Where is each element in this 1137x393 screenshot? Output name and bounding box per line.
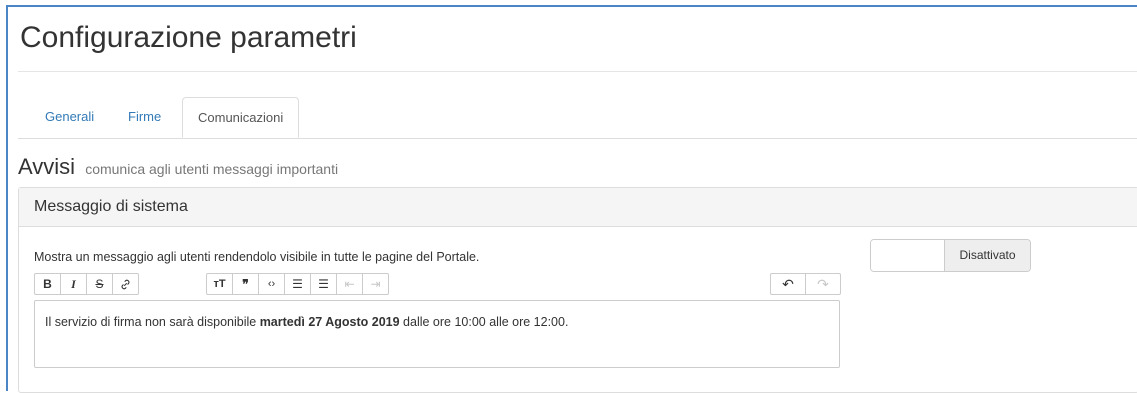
toolbar-block-group: тT ❞ ‹› ☰ ☰ ⇤ ⇥	[206, 273, 389, 295]
title-divider	[18, 71, 1137, 72]
heading-icon: тT	[213, 278, 226, 290]
italic-icon: I	[71, 276, 76, 291]
section-subtitle: comunica agli utenti messaggi importanti	[85, 161, 339, 177]
outdent-icon: ⇤	[344, 277, 355, 291]
section-heading: Avvisi	[18, 154, 76, 179]
redo-button[interactable]: ↷	[806, 274, 840, 294]
code-button[interactable]: ‹›	[259, 274, 285, 294]
toolbar-format-group: B I S	[34, 273, 139, 295]
editor-text-bold: martedì 27 Agosto 2019	[259, 315, 400, 329]
strikethrough-icon: S	[95, 277, 104, 291]
window-frame: Configurazione parametri Generali Firme …	[6, 5, 1137, 393]
indent-icon: ⇥	[370, 277, 381, 291]
outdent-button[interactable]: ⇤	[337, 274, 363, 294]
italic-button[interactable]: I	[61, 274, 87, 294]
panel-heading: Messaggio di sistema	[19, 188, 1137, 227]
link-icon	[121, 279, 130, 289]
quote-button[interactable]: ❞	[233, 274, 259, 294]
heading-button[interactable]: тT	[207, 274, 233, 294]
link-button[interactable]	[113, 274, 138, 294]
strikethrough-button[interactable]: S	[87, 274, 113, 294]
redo-icon: ↷	[817, 275, 829, 292]
page-title: Configurazione parametri	[20, 21, 357, 54]
bullet-list-icon: ☰	[292, 277, 303, 291]
tab-firme[interactable]: Firme	[113, 97, 176, 137]
bold-button[interactable]: B	[35, 274, 61, 294]
message-editor[interactable]: Il servizio di firma non sarà disponibil…	[34, 300, 840, 368]
tab-bar: Generali Firme Comunicazioni	[18, 97, 1137, 139]
numbered-list-icon: ☰	[318, 277, 329, 291]
bullet-list-button[interactable]: ☰	[285, 274, 311, 294]
message-toggle[interactable]: Disattivato	[870, 239, 1031, 272]
bold-icon: B	[43, 277, 52, 291]
undo-button[interactable]: ↶	[771, 274, 806, 294]
editor-text-before: Il servizio di firma non sarà disponibil…	[45, 315, 260, 329]
tab-comunicazioni[interactable]: Comunicazioni	[182, 97, 300, 138]
panel-description: Mostra un messaggio agli utenti rendendo…	[34, 250, 480, 264]
toggle-handle[interactable]	[871, 240, 945, 271]
editor-text-after: dalle ore 10:00 alle ore 12:00.	[399, 315, 569, 329]
quote-icon: ❞	[242, 277, 249, 291]
system-message-panel: Messaggio di sistema Mostra un messaggio…	[18, 187, 1137, 393]
code-icon: ‹›	[267, 278, 276, 290]
undo-icon: ↶	[782, 275, 794, 292]
indent-button[interactable]: ⇥	[363, 274, 388, 294]
toggle-label: Disattivato	[945, 240, 1030, 271]
numbered-list-button[interactable]: ☰	[311, 274, 337, 294]
toolbar-history-group: ↶ ↷	[770, 273, 841, 295]
tab-generali[interactable]: Generali	[30, 97, 109, 137]
section-title: Avvisi comunica agli utenti messaggi imp…	[18, 154, 338, 180]
